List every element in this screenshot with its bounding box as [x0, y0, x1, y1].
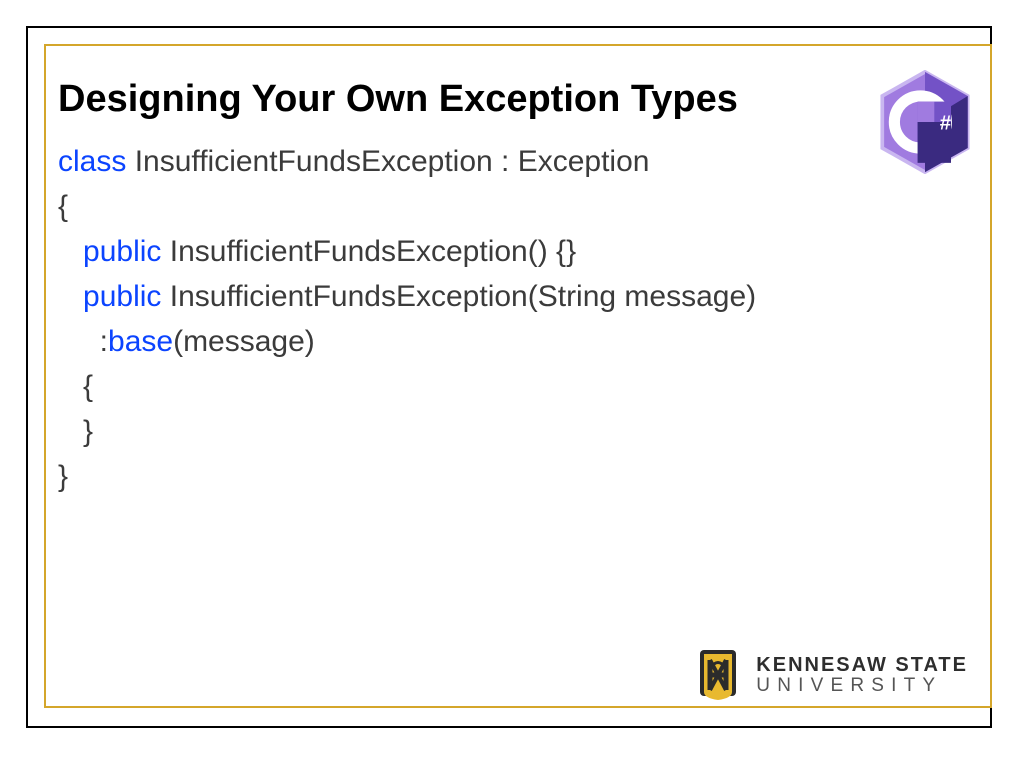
svg-text:#: # — [940, 112, 952, 134]
code-indent1 — [58, 235, 83, 268]
code-base-args: (message) — [173, 325, 315, 358]
code-open-brace: { — [58, 190, 68, 223]
slide-title: Designing Your Own Exception Types — [58, 78, 928, 121]
code-indent2 — [58, 280, 83, 313]
ksu-line1: KENNESAW STATE — [756, 655, 968, 675]
ksu-text: KENNESAW STATE UNIVERSITY — [756, 655, 968, 695]
ksu-shield-icon — [694, 646, 742, 704]
keyword-base: base — [108, 325, 173, 358]
code-class-decl: InsufficientFundsException : Exception — [126, 145, 649, 178]
code-ctor2-sig: InsufficientFundsException(String messag… — [161, 280, 756, 313]
code-base-indent: : — [58, 325, 108, 358]
ksu-logo: KENNESAW STATE UNIVERSITY — [694, 646, 968, 704]
keyword-public-1: public — [83, 235, 161, 268]
keyword-public-2: public — [83, 280, 161, 313]
keyword-class: class — [58, 145, 126, 178]
code-body-close: } — [58, 415, 93, 448]
slide-content: Designing Your Own Exception Types class… — [58, 78, 928, 499]
code-block: class InsufficientFundsException : Excep… — [58, 139, 928, 499]
code-close-brace: } — [58, 460, 68, 493]
code-ctor1: InsufficientFundsException() {} — [161, 235, 576, 268]
code-body-open: { — [58, 370, 93, 403]
ksu-line2: UNIVERSITY — [756, 676, 968, 695]
